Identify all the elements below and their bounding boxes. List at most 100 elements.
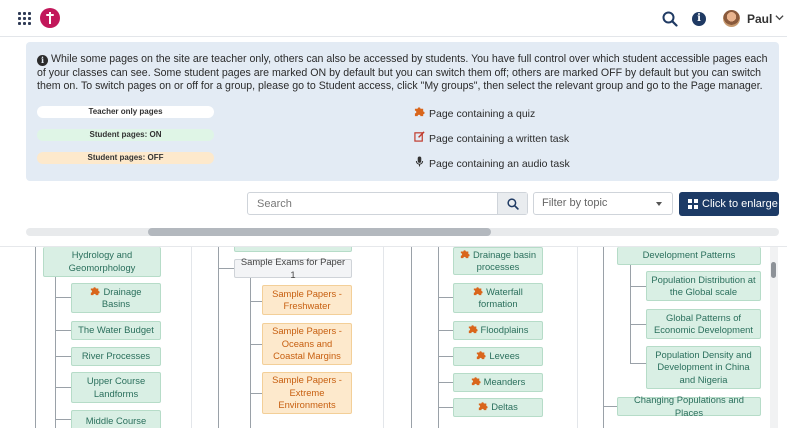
expand-icon — [688, 199, 698, 209]
tree-node-drainage-processes[interactable]: Drainage basin processes — [453, 247, 543, 275]
tree-connector — [218, 268, 234, 269]
microphone-icon — [412, 156, 426, 171]
puzzle-icon — [468, 325, 478, 334]
tree-connector — [438, 330, 453, 331]
tree-node-waterfall[interactable]: Waterfall formation — [453, 283, 543, 313]
vertical-scroll-thumb[interactable] — [771, 262, 776, 278]
tree-node-label: Meanders — [483, 376, 526, 388]
tree-connector — [630, 286, 646, 287]
topic-tree: Hydrology and Geomorphology Drainage Bas… — [0, 246, 787, 428]
search-icon[interactable] — [662, 11, 678, 27]
info-panel: i While some pages on the site are teache… — [26, 42, 779, 181]
chevron-down-icon[interactable] — [775, 13, 784, 22]
tree-connector — [55, 297, 71, 298]
tree-node-label: Drainage basin processes — [472, 248, 537, 273]
puzzle-icon — [412, 106, 426, 121]
tree-node-partial[interactable] — [234, 247, 352, 252]
user-name[interactable]: Paul — [747, 12, 772, 26]
tree-node-river-processes[interactable]: River Processes — [71, 347, 161, 366]
tree-connector — [438, 356, 453, 357]
puzzle-icon — [477, 351, 486, 360]
tree-connector — [438, 297, 453, 298]
apps-grid-icon[interactable] — [18, 12, 31, 25]
puzzle-icon — [91, 286, 101, 295]
puzzle-icon — [471, 377, 481, 386]
puzzle-icon — [479, 402, 488, 411]
info-text: While some pages on the site are teacher… — [37, 53, 768, 92]
pill-student-on: Student pages: ON — [37, 129, 214, 141]
tree-node-sample-freshwater[interactable]: Sample Papers - Freshwater — [262, 285, 352, 315]
tree-connector — [630, 363, 646, 364]
avatar[interactable] — [723, 10, 740, 27]
tree-connector — [603, 247, 604, 428]
tree-node-meanders[interactable]: Meanders — [453, 373, 543, 392]
info-circle-icon: i — [37, 55, 48, 66]
horizontal-scroll-thumb[interactable] — [148, 228, 491, 236]
search-button[interactable] — [497, 193, 527, 214]
search-box — [247, 192, 528, 215]
edit-icon — [412, 131, 426, 146]
tree-connector — [55, 387, 71, 388]
info-icon[interactable]: i — [692, 12, 706, 26]
legend-audio-label: Page containing an audio task — [429, 158, 570, 170]
column-divider — [383, 247, 384, 428]
filter-by-topic-select[interactable]: Filter by topic — [533, 192, 673, 215]
tree-connector — [218, 247, 219, 428]
tree-node-label: Waterfall formation — [478, 285, 523, 310]
horizontal-scrollbar[interactable] — [26, 228, 779, 236]
pill-teacher-only: Teacher only pages — [37, 106, 214, 118]
tree-connector — [250, 277, 251, 428]
tree-node-population-distribution[interactable]: Population Distribution at the Global sc… — [646, 271, 761, 301]
pill-student-off: Student pages: OFF — [37, 152, 214, 164]
legend-written-label: Page containing a written task — [429, 133, 570, 145]
site-logo[interactable] — [40, 8, 60, 28]
tree-connector — [630, 324, 646, 325]
tree-connector — [250, 344, 262, 345]
tree-node-population-density[interactable]: Population Density and Development in Ch… — [646, 346, 761, 389]
tree-node-floodplains[interactable]: Floodplains — [453, 321, 543, 340]
legend-quiz: Page containing a quiz — [412, 106, 535, 120]
tree-connector — [438, 382, 453, 383]
tree-node-levees[interactable]: Levees — [453, 347, 543, 366]
tree-node-label: Drainage Basins — [101, 285, 142, 310]
tree-connector — [438, 407, 453, 408]
search-input[interactable] — [248, 193, 498, 214]
tree-connector — [603, 406, 617, 407]
tree-node-label: Floodplains — [480, 324, 529, 336]
tree-node-changing-populations[interactable]: Changing Populations and Places — [617, 394, 761, 418]
tree-connector — [630, 265, 631, 363]
tree-connector — [250, 301, 262, 302]
enlarge-button[interactable]: Click to enlarge — [679, 192, 779, 216]
enlarge-label: Click to enlarge — [702, 198, 778, 210]
tree-node-upper-course[interactable]: Upper Course Landforms — [71, 372, 161, 403]
tree-node-water-budget[interactable]: The Water Budget — [71, 321, 161, 340]
tree-node-global-patterns[interactable]: Global Patterns of Economic Development — [646, 309, 761, 339]
tree-node-sample-extreme[interactable]: Sample Papers - Extreme Environments — [262, 372, 352, 414]
legend-written: Page containing a written task — [412, 131, 569, 145]
column-divider — [577, 247, 578, 428]
tree-node-deltas[interactable]: Deltas — [453, 398, 543, 417]
legend-audio: Page containing an audio task — [412, 156, 570, 170]
search-icon — [507, 198, 519, 210]
tree-node-drainage-basins[interactable]: Drainage Basins — [71, 283, 161, 313]
tree-connector — [438, 247, 439, 428]
caret-down-icon — [656, 202, 662, 206]
legend-quiz-label: Page containing a quiz — [429, 108, 536, 120]
top-bar: i Paul — [0, 0, 787, 37]
column-divider — [191, 247, 192, 428]
tree-connector — [250, 393, 262, 394]
tree-connector — [35, 247, 36, 428]
tree-node-label: Deltas — [491, 401, 518, 413]
tree-node-label: Levees — [489, 350, 520, 362]
tree-connector — [55, 330, 71, 331]
tree-node-hydrology[interactable]: Hydrology and Geomorphology — [43, 247, 161, 277]
tree-node-middle-course[interactable]: Middle Course — [71, 410, 161, 428]
puzzle-icon — [460, 249, 470, 258]
tree-node-development-patterns[interactable]: Development Patterns — [617, 247, 761, 265]
filter-placeholder: Filter by topic — [542, 197, 608, 209]
tree-node-sample-exams[interactable]: Sample Exams for Paper 1 — [234, 256, 352, 280]
tree-connector — [411, 247, 412, 428]
tree-connector — [55, 356, 71, 357]
tree-node-sample-oceans[interactable]: Sample Papers - Oceans and Coastal Margi… — [262, 323, 352, 365]
vertical-scrollbar[interactable] — [770, 247, 778, 428]
